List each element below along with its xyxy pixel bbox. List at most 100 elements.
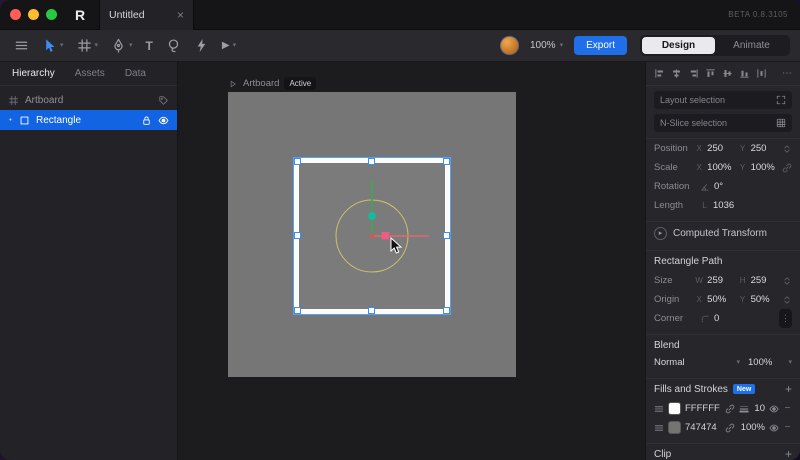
artboard-name-label[interactable]: Artboard (243, 78, 279, 89)
add-fill-button[interactable]: + (785, 383, 792, 395)
layout-selection-label: Layout selection (660, 95, 726, 105)
nslice-selection-button[interactable]: N-Slice selection (654, 114, 792, 132)
selection-handle[interactable] (443, 232, 450, 239)
align-bottom-icon[interactable] (739, 68, 750, 79)
align-center-vertical-icon[interactable] (722, 68, 733, 79)
selection-handle[interactable] (443, 307, 450, 314)
stroke-width-value[interactable]: 10 (754, 403, 765, 414)
selection-handle[interactable] (294, 232, 301, 239)
size-stepper-icon[interactable] (782, 276, 792, 286)
align-top-icon[interactable] (705, 68, 716, 79)
position-y-value[interactable]: 250 (751, 143, 778, 154)
lasso-tool-button[interactable] (162, 35, 185, 56)
fullscreen-window-button[interactable] (46, 9, 57, 20)
fill-row[interactable]: 747474 100% − (646, 418, 800, 437)
fill-color-swatch[interactable] (668, 421, 681, 434)
origin-label: Origin (654, 294, 680, 305)
size-h-value[interactable]: 259 (751, 275, 778, 286)
origin-y-value[interactable]: 50% (751, 294, 778, 305)
artboard-play-icon[interactable] (228, 79, 238, 89)
hierarchy-item-artboard[interactable]: Artboard (0, 90, 177, 110)
stroke-row[interactable]: FFFFFF 10 − (646, 399, 800, 418)
layout-selection-button[interactable]: Layout selection (654, 91, 792, 109)
selection-handle[interactable] (368, 158, 375, 165)
stroke-width-icon (739, 404, 749, 414)
artboard-surface[interactable] (228, 92, 516, 377)
tab-data[interactable]: Data (125, 68, 146, 79)
fill-hex-value[interactable]: 747474 (685, 422, 721, 433)
play-tool-button[interactable]: ▶ ▾ (218, 37, 240, 54)
corner-value[interactable]: 0 (714, 313, 745, 324)
link-icon[interactable] (725, 404, 735, 414)
distribute-horizontal-icon[interactable] (756, 68, 767, 79)
selected-rectangle[interactable] (293, 157, 451, 315)
position-stepper-icon[interactable] (782, 144, 792, 154)
lock-icon[interactable] (141, 115, 152, 126)
blend-opacity-dropdown[interactable]: 100% ▾ (748, 357, 792, 368)
canvas-stage[interactable]: Artboard Active (178, 62, 645, 460)
document-tab[interactable]: Untitled × (99, 0, 194, 30)
remove-fill-icon[interactable]: − (783, 422, 792, 433)
angle-icon (700, 182, 710, 192)
selection-handle[interactable] (294, 307, 301, 314)
position-x-value[interactable]: 250 (707, 143, 734, 154)
main-menu-button[interactable] (10, 35, 33, 56)
size-label: Size (654, 275, 673, 286)
rotation-value[interactable]: 0° (714, 181, 745, 192)
scale-y-value[interactable]: 100% (751, 162, 778, 173)
select-tool-button[interactable]: ▾ (38, 35, 68, 56)
close-window-button[interactable] (10, 9, 21, 20)
close-tab-icon[interactable]: × (177, 9, 184, 21)
selection-handle[interactable] (294, 158, 301, 165)
design-mode-button[interactable]: Design (642, 37, 715, 54)
align-center-horizontal-icon[interactable] (671, 68, 682, 79)
hierarchy-item-rectangle[interactable]: • Rectangle (0, 110, 177, 130)
events-tool-button[interactable] (190, 35, 213, 56)
toolbar: ▾ ▾ ▾ T ▶ ▾ 100% ▾ Export Design Animate (0, 30, 800, 62)
selection-handle[interactable] (443, 158, 450, 165)
tab-assets[interactable]: Assets (75, 68, 105, 79)
origin-stepper-icon[interactable] (782, 295, 792, 305)
stroke-hex-value[interactable]: FFFFFF (685, 403, 721, 414)
computed-transform-row[interactable]: ▸ Computed Transform (646, 222, 800, 244)
fill-style-icon (654, 423, 664, 433)
user-avatar[interactable] (500, 36, 519, 55)
link-icon[interactable] (725, 423, 735, 433)
select-tool-chevron-icon[interactable]: ▾ (60, 42, 64, 49)
fill-opacity-value[interactable]: 100% (741, 422, 765, 433)
play-icon: ▶ (221, 40, 230, 51)
artboard-frame-icon (77, 38, 92, 53)
pen-tool-chevron-icon[interactable]: ▾ (129, 42, 133, 49)
corner-options-button[interactable]: ⋮ (779, 309, 792, 328)
eye-icon[interactable] (158, 115, 169, 126)
add-clip-button[interactable]: + (785, 448, 792, 460)
stroke-color-swatch[interactable] (668, 402, 681, 415)
artboard-tool-chevron-icon[interactable]: ▾ (95, 42, 99, 49)
origin-x-value[interactable]: 50% (707, 294, 734, 305)
zoom-control[interactable]: 100% ▾ (530, 40, 563, 51)
align-left-icon[interactable] (654, 68, 665, 79)
tag-icon[interactable] (158, 95, 169, 106)
remove-stroke-icon[interactable]: − (783, 403, 792, 414)
export-button[interactable]: Export (574, 36, 627, 55)
animate-mode-button[interactable]: Animate (715, 37, 788, 54)
scale-link-icon[interactable] (782, 163, 792, 173)
length-value[interactable]: 1036 (713, 200, 744, 211)
text-tool-button[interactable]: T (142, 36, 157, 56)
selection-handle[interactable] (368, 307, 375, 314)
rotation-row: Rotation 0° (646, 177, 800, 196)
nslice-grid-icon (776, 118, 786, 128)
tab-hierarchy[interactable]: Hierarchy (12, 68, 55, 79)
play-tool-chevron-icon[interactable]: ▾ (233, 42, 237, 49)
disclosure-icon[interactable]: ▸ (654, 226, 667, 240)
pen-tool-button[interactable]: ▾ (107, 35, 137, 56)
artboard-tool-button[interactable]: ▾ (73, 35, 103, 56)
scale-x-value[interactable]: 100% (707, 162, 734, 173)
size-w-value[interactable]: 259 (707, 275, 734, 286)
more-align-options-icon[interactable]: ⋯ (782, 68, 792, 79)
visibility-eye-icon[interactable] (769, 423, 779, 433)
minimize-window-button[interactable] (28, 9, 39, 20)
blend-mode-dropdown[interactable]: Normal ▾ (654, 357, 740, 368)
visibility-eye-icon[interactable] (769, 404, 779, 414)
align-right-icon[interactable] (688, 68, 699, 79)
